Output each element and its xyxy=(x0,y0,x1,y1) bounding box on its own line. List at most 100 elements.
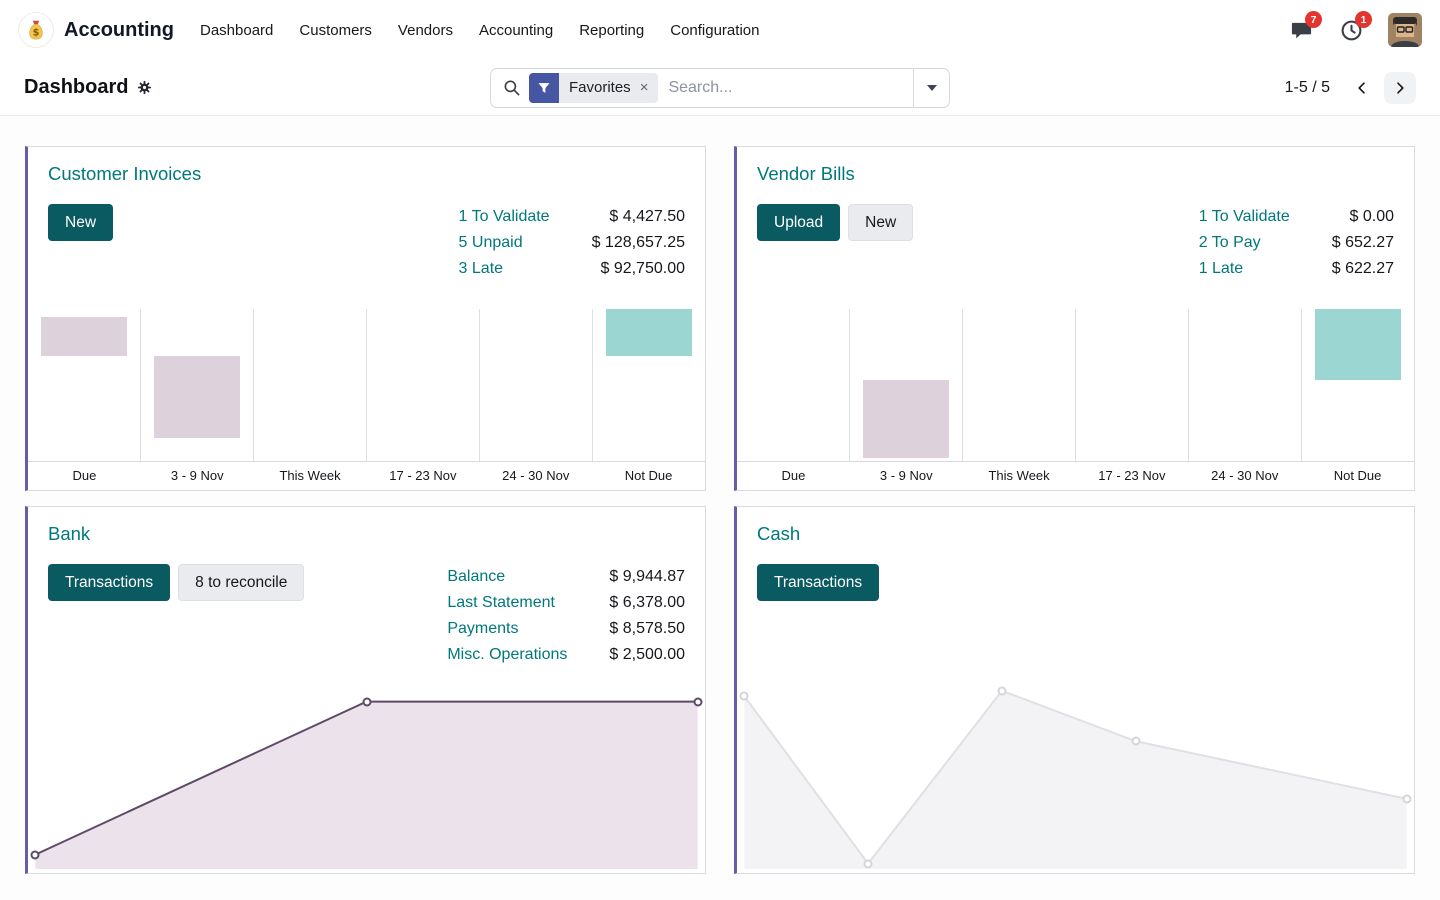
bank-card: Bank Transactions 8 to reconcile Balance… xyxy=(25,506,706,874)
chart-x-label: Not Due xyxy=(592,462,705,490)
chart-data-point xyxy=(362,697,371,706)
pager-range: 1-5 / 5 xyxy=(1285,79,1330,97)
menu-configuration[interactable]: Configuration xyxy=(670,18,759,43)
chart-x-label: 3 - 9 Nov xyxy=(141,462,254,490)
search-dropdown-toggle[interactable] xyxy=(913,69,949,107)
cash-balance-chart[interactable] xyxy=(741,689,1410,869)
vendor-bills-title[interactable]: Vendor Bills xyxy=(737,147,1414,185)
facet-remove-icon[interactable]: × xyxy=(640,80,649,95)
vendor-bills-chart-x-labels: Due3 - 9 NovThis Week17 - 23 Nov24 - 30 … xyxy=(737,461,1414,490)
customer-invoices-stats: 1 To Validate $ 4,427.50 5 Unpaid $ 128,… xyxy=(459,204,685,282)
page-title[interactable]: Dashboard xyxy=(24,76,128,99)
chart-x-label: 17 - 23 Nov xyxy=(1075,462,1188,490)
menu-customers[interactable]: Customers xyxy=(299,18,372,43)
top-navbar: $ Accounting Dashboard Customers Vendors… xyxy=(0,0,1440,60)
upload-bill-button[interactable]: Upload xyxy=(757,204,840,241)
new-bill-button[interactable]: New xyxy=(848,204,913,241)
stat-to-pay-amount[interactable]: $ 652.27 xyxy=(1332,230,1394,256)
activities-badge: 1 xyxy=(1355,11,1372,28)
app-name[interactable]: Accounting xyxy=(64,19,174,42)
pager: 1-5 / 5 xyxy=(1285,72,1416,104)
bank-transactions-button[interactable]: Transactions xyxy=(48,564,170,601)
search-input[interactable] xyxy=(658,79,913,97)
stat-late[interactable]: 3 Late xyxy=(459,256,550,282)
customer-invoices-title[interactable]: Customer Invoices xyxy=(28,147,705,185)
customer-invoices-chart[interactable] xyxy=(28,309,705,461)
stat-late[interactable]: 1 Late xyxy=(1199,256,1290,282)
stat-late-amount[interactable]: $ 622.27 xyxy=(1332,256,1394,282)
menu-accounting[interactable]: Accounting xyxy=(479,18,553,43)
dashboard-content: Customer Invoices New 1 To Validate $ 4,… xyxy=(0,116,1440,900)
search-icon xyxy=(503,79,521,97)
chart-x-label: 17 - 23 Nov xyxy=(366,462,479,490)
cash-title[interactable]: Cash xyxy=(737,507,1414,545)
control-panel: Dashboard Favo xyxy=(0,60,1440,116)
vendor-bills-card: Vendor Bills Upload New 1 To Validate $ … xyxy=(734,146,1415,491)
filter-funnel-icon xyxy=(529,73,559,103)
chart-x-label: This Week xyxy=(254,462,367,490)
chart-x-label: 24 - 30 Nov xyxy=(1188,462,1301,490)
gear-icon[interactable] xyxy=(137,80,152,95)
stat-late-amount[interactable]: $ 92,750.00 xyxy=(592,256,685,282)
stat-last-statement-amount[interactable]: $ 6,378.00 xyxy=(609,590,685,616)
reconcile-button[interactable]: 8 to reconcile xyxy=(178,564,304,601)
stat-last-statement[interactable]: Last Statement xyxy=(447,590,567,616)
stat-balance[interactable]: Balance xyxy=(447,564,567,590)
bank-stats: Balance $ 9,944.87 Last Statement $ 6,37… xyxy=(447,564,685,668)
facet-body: Favorites × xyxy=(559,73,658,103)
search-bar[interactable]: Favorites × xyxy=(490,68,950,108)
bank-balance-chart[interactable] xyxy=(32,689,701,869)
money-bag-icon: $ xyxy=(23,17,49,43)
stat-payments[interactable]: Payments xyxy=(447,616,567,642)
menu-vendors[interactable]: Vendors xyxy=(398,18,453,43)
chart-x-label: 3 - 9 Nov xyxy=(850,462,963,490)
facet-label: Favorites xyxy=(569,79,631,96)
accounting-app-icon[interactable]: $ xyxy=(18,12,54,48)
chevron-left-icon xyxy=(1354,80,1370,96)
main-menu: Dashboard Customers Vendors Accounting R… xyxy=(200,18,759,43)
stat-to-validate-amount[interactable]: $ 0.00 xyxy=(1332,204,1394,230)
chart-data-point xyxy=(1402,794,1411,803)
messages-button[interactable]: 7 xyxy=(1288,17,1314,43)
chart-x-label: This Week xyxy=(963,462,1076,490)
stat-unpaid-amount[interactable]: $ 128,657.25 xyxy=(592,230,685,256)
chart-x-label: Due xyxy=(737,462,850,490)
customer-invoices-card: Customer Invoices New 1 To Validate $ 4,… xyxy=(25,146,706,491)
stat-to-pay[interactable]: 2 To Pay xyxy=(1199,230,1290,256)
pager-previous-button[interactable] xyxy=(1346,72,1378,104)
vendor-bills-chart[interactable] xyxy=(737,309,1414,461)
chart-data-point xyxy=(997,686,1006,695)
chart-x-label: 24 - 30 Nov xyxy=(479,462,592,490)
menu-dashboard[interactable]: Dashboard xyxy=(200,18,273,43)
cash-card: Cash Transactions xyxy=(734,506,1415,874)
messages-badge: 7 xyxy=(1305,11,1322,28)
new-invoice-button[interactable]: New xyxy=(48,204,113,241)
chevron-right-icon xyxy=(1392,80,1408,96)
chart-data-point xyxy=(864,859,873,868)
chevron-down-icon xyxy=(927,85,937,91)
bank-title[interactable]: Bank xyxy=(28,507,705,545)
stat-payments-amount[interactable]: $ 8,578.50 xyxy=(609,616,685,642)
stat-misc-operations[interactable]: Misc. Operations xyxy=(447,642,567,668)
chart-x-label: Not Due xyxy=(1301,462,1414,490)
activities-button[interactable]: 1 xyxy=(1338,17,1364,43)
chart-data-point xyxy=(693,697,702,706)
stat-misc-operations-amount[interactable]: $ 2,500.00 xyxy=(609,642,685,668)
chart-data-point xyxy=(1131,737,1140,746)
customer-invoices-chart-x-labels: Due3 - 9 NovThis Week17 - 23 Nov24 - 30 … xyxy=(28,461,705,490)
chart-data-point xyxy=(740,692,749,701)
stat-to-validate-amount[interactable]: $ 4,427.50 xyxy=(592,204,685,230)
stat-to-validate[interactable]: 1 To Validate xyxy=(459,204,550,230)
pager-next-button[interactable] xyxy=(1384,72,1416,104)
stat-to-validate[interactable]: 1 To Validate xyxy=(1199,204,1290,230)
cash-transactions-button[interactable]: Transactions xyxy=(757,564,879,601)
stat-balance-amount[interactable]: $ 9,944.87 xyxy=(609,564,685,590)
vendor-bills-stats: 1 To Validate $ 0.00 2 To Pay $ 652.27 1… xyxy=(1199,204,1394,282)
avatar-image xyxy=(1388,13,1422,47)
favorites-facet[interactable]: Favorites × xyxy=(529,73,658,103)
systray: 7 1 xyxy=(1288,13,1422,47)
svg-text:$: $ xyxy=(33,27,40,38)
menu-reporting[interactable]: Reporting xyxy=(579,18,644,43)
stat-unpaid[interactable]: 5 Unpaid xyxy=(459,230,550,256)
user-avatar[interactable] xyxy=(1388,13,1422,47)
